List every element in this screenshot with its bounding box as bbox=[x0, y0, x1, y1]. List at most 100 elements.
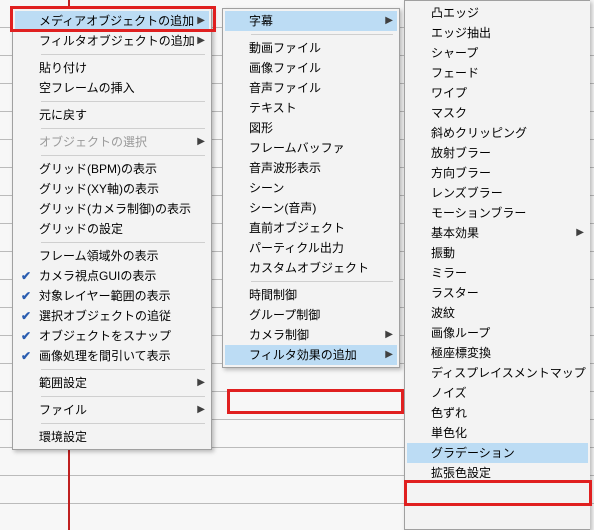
chevron-right-icon: ▶ bbox=[385, 325, 393, 345]
menu3-item[interactable]: ディスプレイスメントマップ bbox=[407, 363, 588, 383]
menu2-item[interactable]: グループ制御 bbox=[225, 305, 397, 325]
menu1-item[interactable]: 元に戻す bbox=[15, 105, 209, 125]
menu-item-label: グリッド(XY軸)の表示 bbox=[39, 179, 159, 199]
menu1-item[interactable]: ✔オブジェクトをスナップ bbox=[15, 326, 209, 346]
menu1-item[interactable]: 空フレームの挿入 bbox=[15, 78, 209, 98]
menu1-item[interactable]: メディアオブジェクトの追加▶ bbox=[15, 11, 209, 31]
menu3-item[interactable]: 振動 bbox=[407, 243, 588, 263]
menu2-item[interactable]: 画像ファイル bbox=[225, 58, 397, 78]
menu2-item[interactable]: カメラ制御 ▶ bbox=[225, 325, 397, 345]
menu2-item[interactable]: 音声波形表示 bbox=[225, 158, 397, 178]
menu3-item[interactable]: 凸エッジ bbox=[407, 3, 588, 23]
menu3-item[interactable]: シャープ bbox=[407, 43, 588, 63]
menu3-item[interactable]: ミラー bbox=[407, 263, 588, 283]
menu2-item[interactable]: シーン bbox=[225, 178, 397, 198]
chevron-right-icon: ▶ bbox=[197, 31, 205, 51]
menu-item-label: ミラー bbox=[431, 263, 467, 283]
menu-item-label: ファイル bbox=[39, 400, 87, 420]
menu2-item[interactable]: シーン(音声) bbox=[225, 198, 397, 218]
menu-item-label: 音声ファイル bbox=[249, 78, 321, 98]
menu-item-label: 方向ブラー bbox=[431, 163, 491, 183]
menu3-item[interactable]: 単色化 bbox=[407, 423, 588, 443]
menu1-item[interactable]: ✔カメラ視点GUIの表示 bbox=[15, 266, 209, 286]
menu-item-label: 元に戻す bbox=[39, 105, 87, 125]
menu3-item[interactable]: 斜めクリッピング bbox=[407, 123, 588, 143]
check-icon: ✔ bbox=[17, 346, 35, 366]
menu-item-label: 字幕 bbox=[249, 11, 273, 31]
menu2-item[interactable]: 字幕▶ bbox=[225, 11, 397, 31]
menu-item-label: フレーム領域外の表示 bbox=[39, 246, 159, 266]
menu-item-label: 斜めクリッピング bbox=[431, 123, 527, 143]
menu3-item[interactable]: レンズブラー bbox=[407, 183, 588, 203]
menu1-item[interactable]: ✔選択オブジェクトの追従 bbox=[15, 306, 209, 326]
menu3-item[interactable]: フェード bbox=[407, 63, 588, 83]
menu2-item[interactable]: フィルタ効果の追加▶ bbox=[225, 345, 397, 365]
menu-item-label: 凸エッジ bbox=[431, 3, 479, 23]
menu-item-label: ノイズ bbox=[431, 383, 467, 403]
menu3-item[interactable]: ノイズ bbox=[407, 383, 588, 403]
menu1-item[interactable]: グリッド(XY軸)の表示 bbox=[15, 179, 209, 199]
check-icon: ✔ bbox=[17, 326, 35, 346]
menu1-item[interactable]: グリッドの設定 bbox=[15, 219, 209, 239]
chevron-right-icon: ▶ bbox=[197, 132, 205, 152]
menu2-item[interactable]: カスタムオブジェクト bbox=[225, 258, 397, 278]
menu-item-label: エッジ抽出 bbox=[431, 23, 491, 43]
menu3-item[interactable]: モーションブラー bbox=[407, 203, 588, 223]
menu-item-label: マスク bbox=[431, 103, 467, 123]
menu-item-label: 画像ループ bbox=[431, 323, 490, 343]
menu3-item[interactable]: グラデーション bbox=[407, 443, 588, 463]
menu1-item[interactable]: 範囲設定▶ bbox=[15, 373, 209, 393]
menu2-item[interactable]: 動画ファイル bbox=[225, 38, 397, 58]
menu1-item[interactable]: 環境設定 bbox=[15, 427, 209, 447]
menu1-item[interactable]: グリッド(カメラ制御)の表示 bbox=[15, 199, 209, 219]
menu-item-label: 色ずれ bbox=[431, 403, 467, 423]
menu2-item[interactable]: フレームバッファ bbox=[225, 138, 397, 158]
menu-item-label: グリッドの設定 bbox=[39, 219, 123, 239]
menu2-item[interactable]: パーティクル出力 bbox=[225, 238, 397, 258]
menu3-item[interactable]: マスク bbox=[407, 103, 588, 123]
menu2-item[interactable]: 図形 bbox=[225, 118, 397, 138]
menu3-item[interactable]: エッジ抽出 bbox=[407, 23, 588, 43]
menu3-item[interactable]: 基本効果▶ bbox=[407, 223, 588, 243]
menu3-item[interactable]: 画像ループ bbox=[407, 323, 588, 343]
menu1-item[interactable]: グリッド(BPM)の表示 bbox=[15, 159, 209, 179]
menu1-item[interactable]: フィルタオブジェクトの追加▶ bbox=[15, 31, 209, 51]
menu1-item[interactable]: ✔画像処理を間引いて表示 bbox=[15, 346, 209, 366]
menu1-item[interactable]: 貼り付け bbox=[15, 58, 209, 78]
menu2-item[interactable]: 音声ファイル bbox=[225, 78, 397, 98]
menu-item-label: グリッド(BPM)の表示 bbox=[39, 159, 157, 179]
menu-item-label: パーティクル出力 bbox=[249, 238, 344, 258]
chevron-right-icon: ▶ bbox=[385, 345, 393, 365]
menu-item-label: グリッド(カメラ制御)の表示 bbox=[39, 199, 191, 219]
menu2-item[interactable]: 時間制御 bbox=[225, 285, 397, 305]
menu-item-label: 振動 bbox=[431, 243, 455, 263]
menu1-item[interactable]: ファイル▶ bbox=[15, 400, 209, 420]
menu-item-label: フレームバッファ bbox=[249, 138, 345, 158]
menu1-separator bbox=[41, 396, 205, 397]
menu-item-label: カメラ制御 bbox=[249, 325, 309, 345]
menu3-item[interactable]: 放射ブラー bbox=[407, 143, 588, 163]
menu3-item[interactable]: 極座標変換 bbox=[407, 343, 588, 363]
chevron-right-icon: ▶ bbox=[576, 223, 584, 243]
menu-item-label: オブジェクトをスナップ bbox=[39, 326, 171, 346]
menu3-item[interactable]: 方向ブラー bbox=[407, 163, 588, 183]
menu1-item: オブジェクトの選択▶ bbox=[15, 132, 209, 152]
menu2-separator bbox=[251, 34, 393, 35]
menu1-separator bbox=[41, 155, 205, 156]
menu2-item[interactable]: 直前オブジェクト bbox=[225, 218, 397, 238]
menu3-item[interactable]: ラスター bbox=[407, 283, 588, 303]
menu-item-label: メディアオブジェクトの追加 bbox=[39, 11, 194, 31]
menu-item-label: 波紋 bbox=[431, 303, 455, 323]
menu3-item[interactable]: 色ずれ bbox=[407, 403, 588, 423]
menu-item-label: 動画ファイル bbox=[249, 38, 321, 58]
menu1-item[interactable]: ✔対象レイヤー範囲の表示 bbox=[15, 286, 209, 306]
menu2-item[interactable]: テキスト bbox=[225, 98, 397, 118]
menu-item-label: シーン(音声) bbox=[249, 198, 316, 218]
menu3-item[interactable]: ワイプ bbox=[407, 83, 588, 103]
menu-item-label: ディスプレイスメントマップ bbox=[431, 363, 586, 383]
menu3-item[interactable]: 波紋 bbox=[407, 303, 588, 323]
menu3-item[interactable]: 拡張色設定 bbox=[407, 463, 588, 483]
menu1-item[interactable]: フレーム領域外の表示 bbox=[15, 246, 209, 266]
menu1-separator bbox=[41, 128, 205, 129]
menu-item-label: フィルタオブジェクトの追加 bbox=[39, 31, 195, 51]
